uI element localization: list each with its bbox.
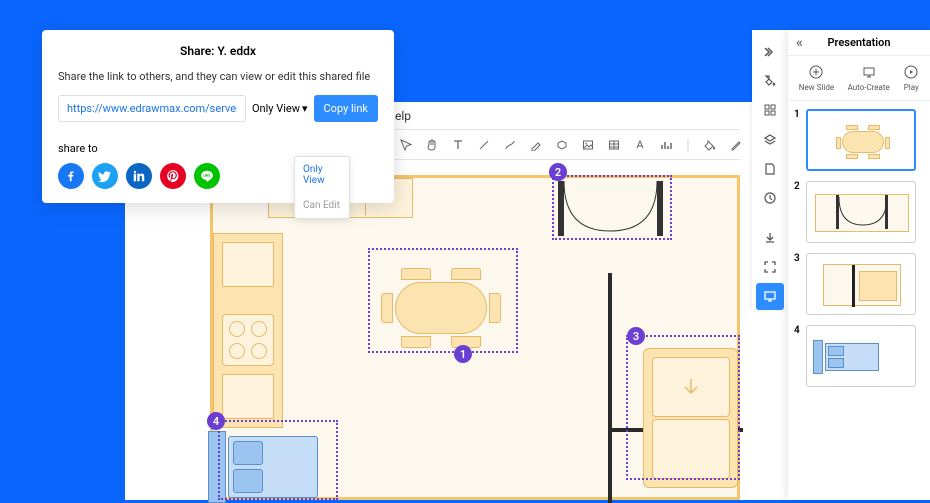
marker-4[interactable]: 4 <box>207 412 225 430</box>
image-icon[interactable] <box>582 138 594 152</box>
pinterest-icon[interactable] <box>160 163 186 189</box>
selection-box-4[interactable] <box>218 420 338 500</box>
share-to-label: share to <box>58 142 378 155</box>
permission-select[interactable]: Only View ▾ <box>252 102 308 115</box>
slide-number: 3 <box>794 253 802 264</box>
menu-help[interactable]: elp <box>395 109 411 123</box>
export-icon[interactable] <box>756 224 784 251</box>
pointer-icon[interactable] <box>400 138 412 152</box>
selection-box-1[interactable] <box>368 248 518 353</box>
table-icon[interactable] <box>608 138 620 152</box>
side-tool-panel <box>752 30 788 310</box>
chevron-left-icon[interactable]: « <box>796 35 803 51</box>
permission-label: Only View <box>252 102 300 115</box>
slide-number: 2 <box>794 181 802 192</box>
furniture-counter <box>213 233 283 428</box>
grid-icon[interactable] <box>756 97 784 124</box>
screen-icon <box>861 64 877 80</box>
linkedin-icon[interactable] <box>126 163 152 189</box>
collapse-icon[interactable] <box>756 38 784 65</box>
text-icon[interactable] <box>452 138 464 152</box>
stroke-icon[interactable] <box>730 138 742 152</box>
pen-icon[interactable] <box>530 138 542 152</box>
play-icon <box>903 64 919 80</box>
new-slide-button[interactable]: New Slide <box>799 64 834 92</box>
permission-option-can-edit[interactable]: Can Edit <box>295 193 349 218</box>
fullscreen-icon[interactable] <box>756 253 784 280</box>
fill-icon[interactable] <box>704 138 716 152</box>
selection-box-2[interactable] <box>552 175 672 240</box>
slide-thumb-1[interactable] <box>806 109 916 171</box>
slide-thumb-4[interactable] <box>806 325 916 387</box>
share-dialog-description: Share the link to others, and they can v… <box>58 70 378 83</box>
presentation-title: Presentation <box>827 36 890 49</box>
share-dialog-title: Share: Y. eddx <box>58 44 378 58</box>
wall <box>608 273 612 503</box>
copy-link-button[interactable]: Copy link <box>314 95 378 122</box>
slides-list: 1 2 <box>788 101 930 395</box>
marker-2[interactable]: 2 <box>549 163 567 181</box>
slide-thumb-3[interactable] <box>806 253 916 315</box>
marker-3[interactable]: 3 <box>627 327 645 345</box>
style-icon[interactable] <box>756 67 784 94</box>
plus-icon <box>808 64 824 80</box>
share-url-input[interactable] <box>58 95 246 122</box>
connector-icon[interactable] <box>504 138 516 152</box>
page-icon[interactable] <box>756 155 784 182</box>
shape-icon[interactable] <box>556 138 568 152</box>
layers-icon[interactable] <box>756 126 784 153</box>
line-icon[interactable] <box>194 163 220 189</box>
chevron-down-icon: ▾ <box>302 102 308 115</box>
facebook-icon[interactable] <box>58 163 84 189</box>
slide-number: 1 <box>794 109 802 120</box>
marker-1[interactable]: 1 <box>454 345 472 363</box>
play-button[interactable]: Play <box>903 64 919 92</box>
permission-option-only-view[interactable]: Only View <box>295 157 349 193</box>
selection-box-3[interactable] <box>626 335 740 480</box>
chart-icon[interactable] <box>660 138 672 152</box>
slide-number: 4 <box>794 325 802 336</box>
slide-thumb-2[interactable] <box>806 181 916 243</box>
line-icon[interactable] <box>478 138 490 152</box>
font-icon[interactable] <box>634 138 646 152</box>
share-dialog: Share: Y. eddx Share the link to others,… <box>42 30 394 203</box>
permission-dropdown: Only View Can Edit <box>294 156 350 219</box>
auto-create-button[interactable]: Auto-Create <box>848 64 890 92</box>
twitter-icon[interactable] <box>92 163 118 189</box>
presentation-panel: « Presentation New Slide Auto-Create Pla… <box>788 30 930 500</box>
presentation-icon[interactable] <box>756 283 784 310</box>
history-icon[interactable] <box>756 185 784 212</box>
hand-icon[interactable] <box>426 138 438 152</box>
